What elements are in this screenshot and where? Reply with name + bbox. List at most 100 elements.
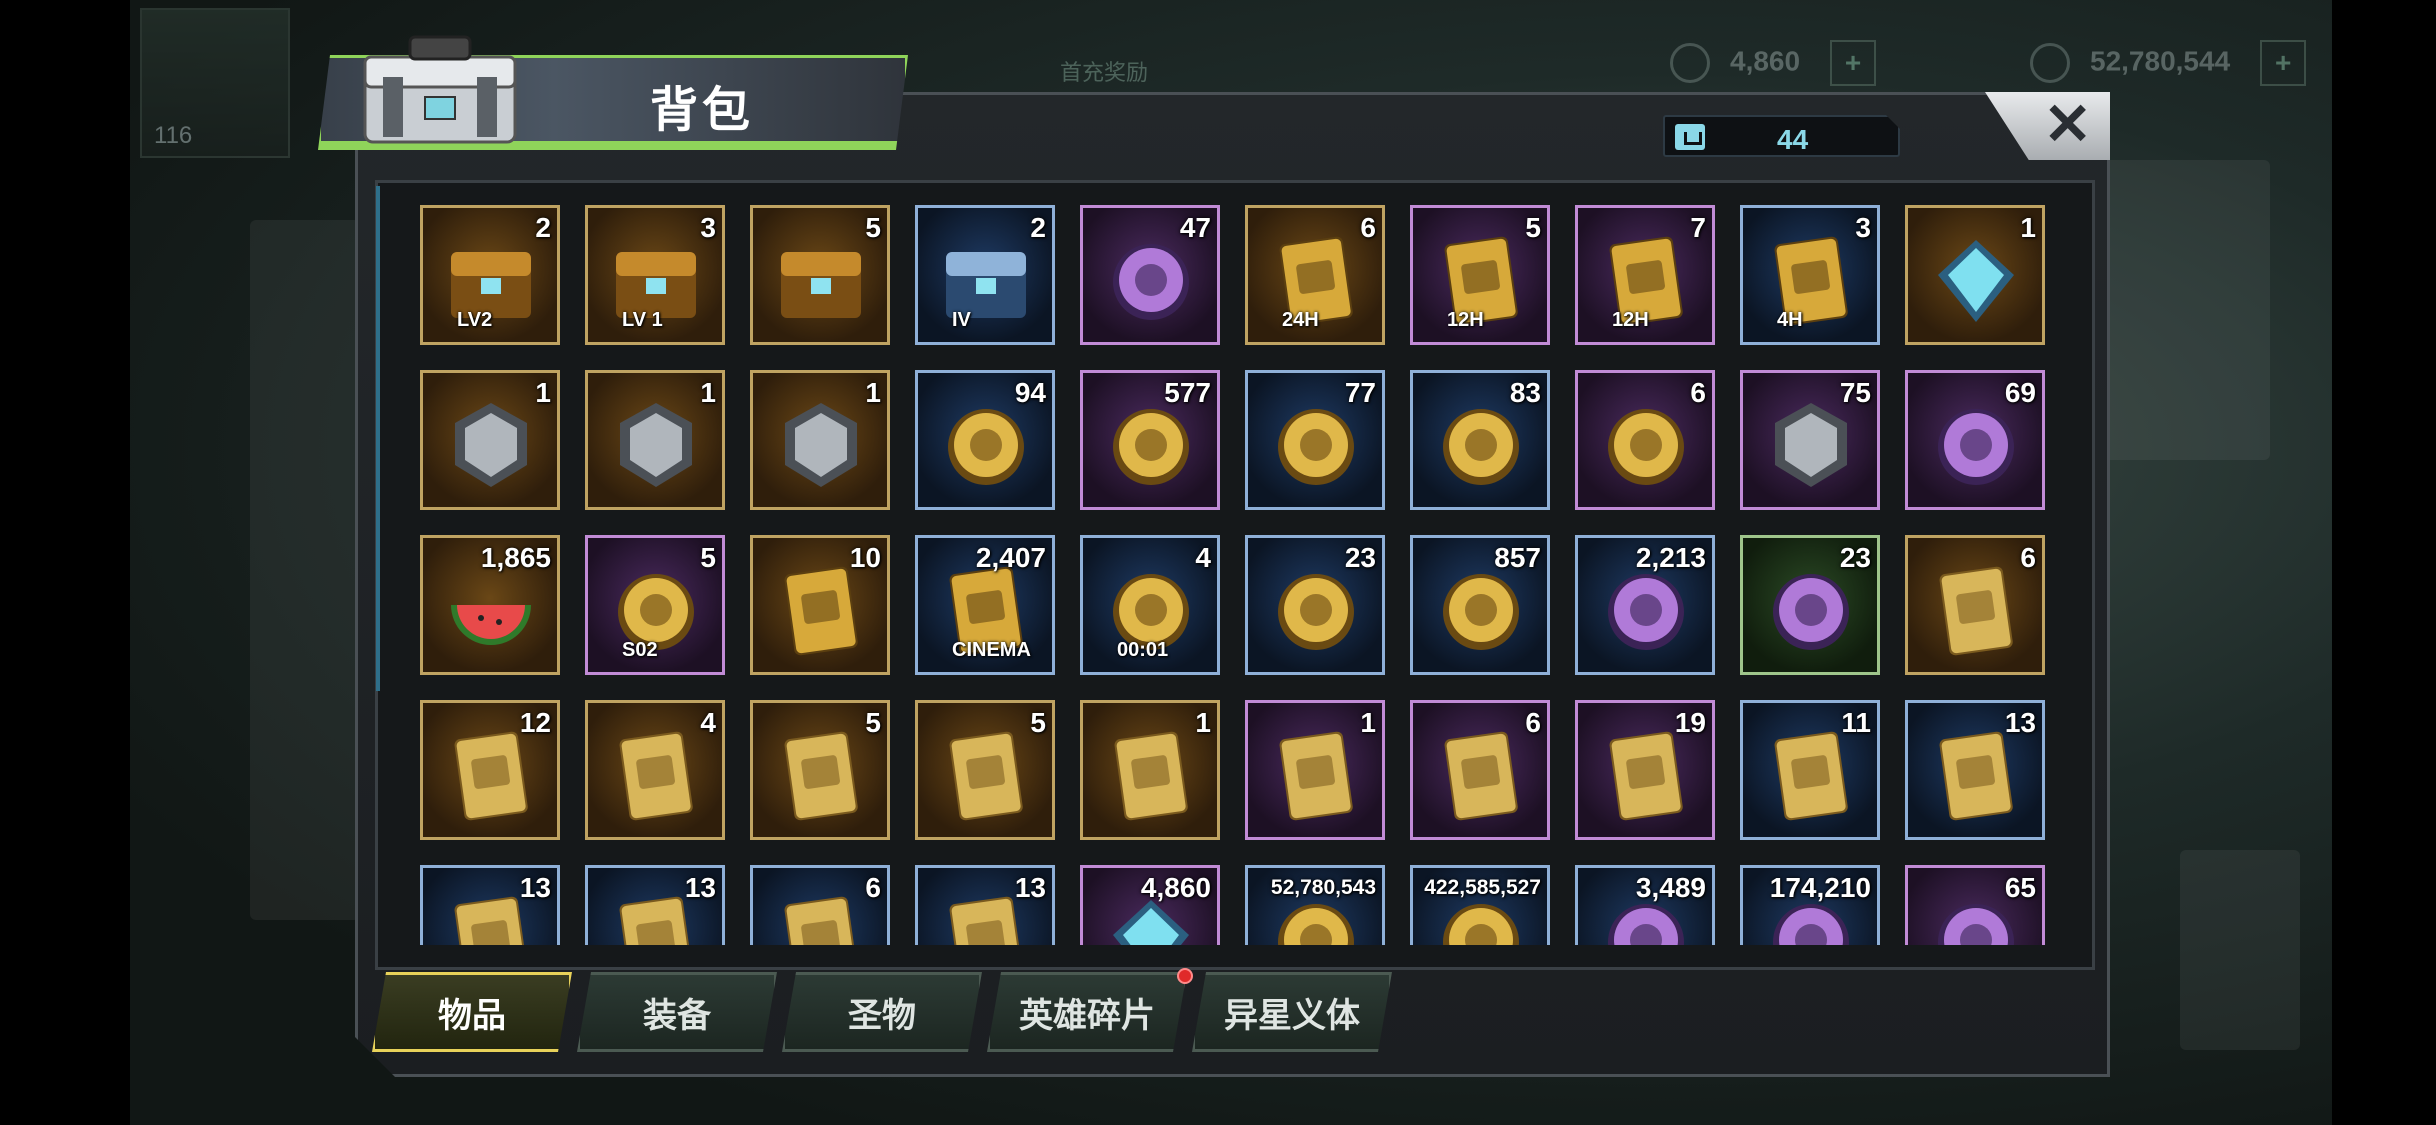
- item-tag: IV: [952, 309, 971, 331]
- frog-ring-icon: [1773, 574, 1849, 650]
- inventory-item[interactable]: 174,210: [1740, 865, 1880, 945]
- inventory-item[interactable]: 2,407 CINEMA: [915, 535, 1055, 675]
- inventory-item[interactable]: 83: [1410, 370, 1550, 510]
- boots-blueprint-purple-icon: [1444, 731, 1518, 821]
- inventory-item[interactable]: 5 S02: [585, 535, 725, 675]
- inventory-item[interactable]: 1: [1080, 700, 1220, 840]
- inventory-item[interactable]: 3 4H: [1740, 205, 1880, 345]
- item-count: 7: [1690, 212, 1706, 243]
- item-tag: CINEMA: [952, 639, 1031, 661]
- inventory-item[interactable]: 422,585,527: [1410, 865, 1550, 945]
- inventory-item[interactable]: 5: [750, 700, 890, 840]
- item-count: 13: [684, 872, 716, 903]
- item-count: 13: [1014, 872, 1046, 903]
- ticket-bundle-icon: [784, 566, 858, 656]
- inventory-item[interactable]: 3 LV 1: [585, 205, 725, 345]
- poker-chip-icon: [1443, 574, 1519, 650]
- glasses-blueprint-blue-icon: [784, 896, 858, 945]
- inventory-item[interactable]: 13: [1905, 700, 2045, 840]
- inventory-item[interactable]: 5: [915, 700, 1055, 840]
- wheat-coin-icon: [1113, 409, 1189, 485]
- inventory-item[interactable]: 6: [1905, 535, 2045, 675]
- inventory-item[interactable]: 52,780,543: [1245, 865, 1385, 945]
- inventory-item[interactable]: 23: [1740, 535, 1880, 675]
- inventory-item[interactable]: 5: [750, 205, 890, 345]
- bullet-icon: [1608, 574, 1684, 650]
- tab-label: 装备: [643, 995, 711, 1036]
- item-count: 23: [1344, 542, 1376, 573]
- glasses-blueprint-icon: [619, 731, 693, 821]
- close-icon: ✕: [2043, 92, 2092, 157]
- item-grid: 2 LV2 3 LV 1 5 2 IV 47 6 24H 5 12H 7 12H 3 4H 1 1 1 1 94 577 7…: [420, 205, 2045, 945]
- purple-s-cap-icon: [1443, 409, 1519, 485]
- inventory-item[interactable]: 94: [915, 370, 1055, 510]
- item-count: 857: [1494, 542, 1541, 573]
- tab-label: 英雄碎片: [1019, 995, 1155, 1036]
- inventory-item[interactable]: 2,213: [1575, 535, 1715, 675]
- inventory-item[interactable]: 65: [1905, 865, 2045, 945]
- tab-2[interactable]: 圣物: [782, 972, 982, 1052]
- inventory-item[interactable]: 1: [420, 370, 560, 510]
- tab-label: 物品: [438, 995, 506, 1036]
- inventory-item[interactable]: 75: [1740, 370, 1880, 510]
- inventory-item[interactable]: 1: [1905, 205, 2045, 345]
- inventory-item[interactable]: 13: [915, 865, 1055, 945]
- inventory-item[interactable]: 12: [420, 700, 560, 840]
- item-count: 10: [849, 542, 881, 573]
- robot-part-icon: [1113, 244, 1189, 320]
- backpack-chest-icon: [363, 35, 517, 144]
- item-count: 4: [1195, 542, 1211, 573]
- inventory-item[interactable]: 23: [1245, 535, 1385, 675]
- inventory-item[interactable]: 1,865: [420, 535, 560, 675]
- inventory-item[interactable]: 1: [1245, 700, 1385, 840]
- item-count: 65: [2004, 872, 2036, 903]
- bag-icon: [1675, 124, 1705, 150]
- inventory-item[interactable]: 69: [1905, 370, 2045, 510]
- inventory-item[interactable]: 6: [750, 865, 890, 945]
- inventory-item[interactable]: 6: [1575, 370, 1715, 510]
- scrollbar[interactable]: [376, 186, 380, 691]
- hat-blueprint-purple-icon: [1279, 731, 1353, 821]
- item-count: 1,865: [480, 542, 551, 573]
- inventory-item[interactable]: 77: [1245, 370, 1385, 510]
- tab-4[interactable]: 异星义体: [1192, 972, 1392, 1052]
- background-resource-1-value: 4,860: [1730, 45, 1801, 77]
- inventory-item[interactable]: 6 24H: [1245, 205, 1385, 345]
- inventory-item[interactable]: 6: [1410, 700, 1550, 840]
- inventory-item[interactable]: 2 IV: [915, 205, 1055, 345]
- bag-capacity: 44: [1663, 115, 1900, 157]
- inventory-item[interactable]: 5 12H: [1410, 205, 1550, 345]
- plus-icon: +: [2260, 40, 2307, 86]
- bag-capacity-value: 44: [1777, 124, 1809, 155]
- item-count: 2,407: [975, 542, 1046, 573]
- item-count: 77: [1344, 377, 1376, 408]
- inventory-item[interactable]: 7 12H: [1575, 205, 1715, 345]
- background-resource-2: 52,780,544 +: [2030, 40, 2307, 86]
- tier-iv-crate-icon: [946, 252, 1026, 318]
- inventory-item[interactable]: 4 00:01: [1080, 535, 1220, 675]
- inventory-item[interactable]: 13: [585, 865, 725, 945]
- spade-chip-icon: [1608, 409, 1684, 485]
- inventory-item[interactable]: 47: [1080, 205, 1220, 345]
- inventory-item[interactable]: 11: [1740, 700, 1880, 840]
- tab-0[interactable]: 物品: [372, 972, 572, 1052]
- inventory-item[interactable]: 10: [750, 535, 890, 675]
- inventory-item[interactable]: 857: [1410, 535, 1550, 675]
- tab-3[interactable]: 英雄碎片: [987, 972, 1187, 1052]
- inventory-item[interactable]: 4: [585, 700, 725, 840]
- inventory-item[interactable]: 2 LV2: [420, 205, 560, 345]
- coin-icon: [2030, 43, 2070, 83]
- item-tag: 24H: [1282, 309, 1319, 331]
- inventory-item[interactable]: 1: [585, 370, 725, 510]
- item-count: 1: [535, 377, 551, 408]
- inventory-item[interactable]: 19: [1575, 700, 1715, 840]
- tab-1[interactable]: 装备: [577, 972, 777, 1052]
- inventory-item[interactable]: 1: [750, 370, 890, 510]
- watermelon-icon: [451, 605, 531, 645]
- inventory-item[interactable]: 13: [420, 865, 560, 945]
- item-tag: 4H: [1777, 309, 1803, 331]
- inventory-item[interactable]: 4,860: [1080, 865, 1220, 945]
- inventory-item[interactable]: 3,489: [1575, 865, 1715, 945]
- inventory-item[interactable]: 577: [1080, 370, 1220, 510]
- item-count: 3: [700, 212, 716, 243]
